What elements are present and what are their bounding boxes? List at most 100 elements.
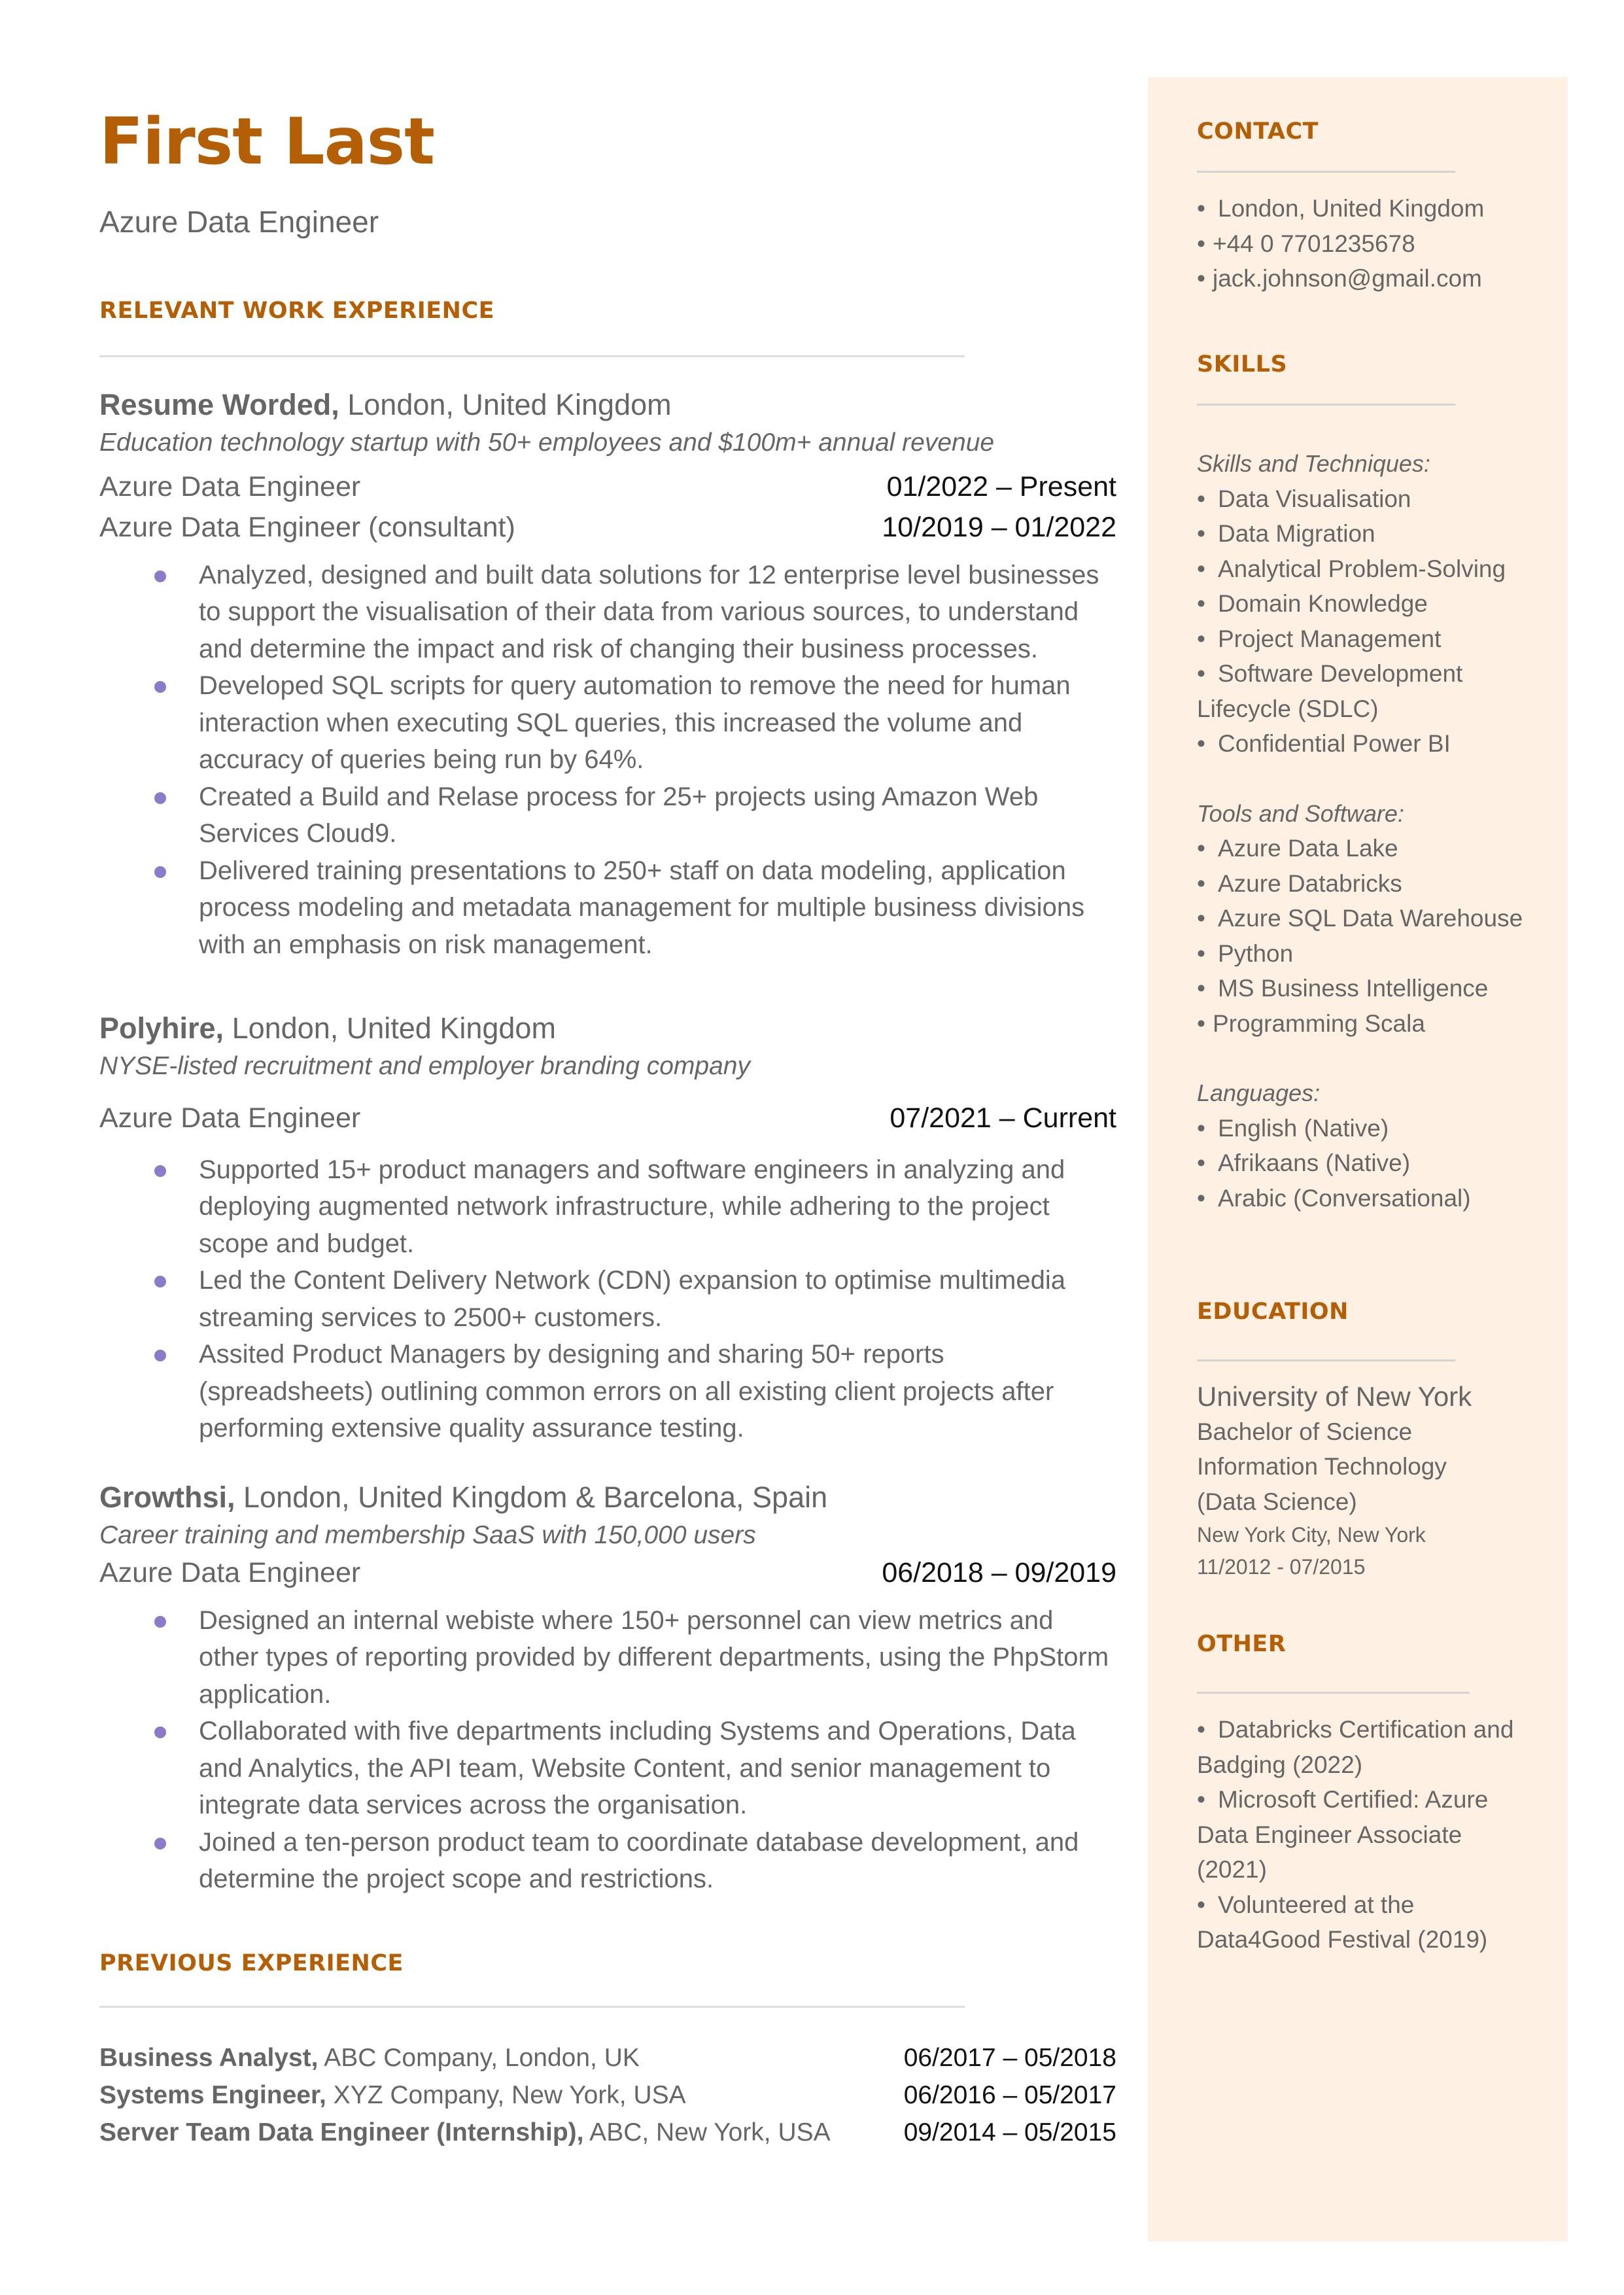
bullet-item: Collaborated with five departments inclu… xyxy=(99,1713,1116,1824)
skill-item: • Project Management xyxy=(1197,625,1442,652)
bullet-text: Designed an internal webiste where 150+ … xyxy=(199,1605,1109,1709)
contact-list: • London, United Kingdom • +44 0 770123567… xyxy=(1197,191,1537,296)
section-heading-education: EDUCATION xyxy=(1197,1299,1349,1325)
previous-dates: 06/2017 – 05/2018 xyxy=(903,2044,1116,2072)
languages-list: • English (Native) • Afrikaans (Native) • A… xyxy=(1197,1111,1537,1216)
section-divider xyxy=(1197,1359,1455,1361)
role-row: Azure Data Engineer 07/2021 – Current xyxy=(99,1098,1116,1138)
other-item: • Microsoft Certified: Azure Data Engineer… xyxy=(1197,1786,1489,1883)
other-list: • Databricks Certification and Badging (20… xyxy=(1197,1712,1537,1957)
skill-item: • Software Development Lifecycle (SDLC) xyxy=(1197,660,1463,722)
previous-place: ABC Company, London, UK xyxy=(318,2044,640,2072)
tool-item: • Azure SQL Data Warehouse xyxy=(1197,905,1523,932)
education-location: New York City, New York xyxy=(1197,1523,1426,1547)
section-heading-relevant-experience: RELEVANT WORK EXPERIENCE xyxy=(99,298,495,324)
language-item: • Arabic (Conversational) xyxy=(1197,1184,1471,1212)
section-divider xyxy=(1197,171,1455,173)
job-bullets: Supported 15+ product managers and softw… xyxy=(99,1151,1116,1447)
job-location: London, United Kingdom & Barcelona, Spai… xyxy=(235,1480,828,1514)
job-description: Career training and membership SaaS with… xyxy=(99,1521,756,1549)
job-bullets: Designed an internal webiste where 150+ … xyxy=(99,1602,1116,1898)
job-description: NYSE-listed recruitment and employer bra… xyxy=(99,1052,750,1080)
skills-techniques-label: Skills and Techniques: xyxy=(1197,450,1430,477)
role-dates: 07/2021 – Current xyxy=(890,1102,1116,1134)
previous-role: Business Analyst, xyxy=(99,2044,319,2072)
bullet-dot-icon xyxy=(154,792,166,804)
bullet-text: Assited Product Managers by designing an… xyxy=(199,1340,1054,1443)
degree-line: Bachelor of Science xyxy=(1197,1418,1413,1445)
job-bullets: Analyzed, designed and built data soluti… xyxy=(99,557,1116,964)
role-dates: 06/2018 – 09/2019 xyxy=(882,1556,1116,1588)
skill-item: • Data Visualisation xyxy=(1197,485,1411,512)
job-entry: Growthsi, London, United Kingdom & Barce… xyxy=(99,1480,1116,1898)
previous-role: Server Team Data Engineer (Internship), xyxy=(99,2118,584,2146)
role-title: Azure Data Engineer xyxy=(99,1102,361,1134)
contact-email[interactable]: • jack.johnson@gmail.com xyxy=(1197,261,1537,296)
previous-dates: 06/2016 – 05/2017 xyxy=(903,2081,1116,2109)
job-company-line: Resume Worded, London, United Kingdom xyxy=(99,387,1116,423)
previous-place: XYZ Company, New York, USA xyxy=(326,2081,686,2109)
bullet-dot-icon xyxy=(154,1837,166,1849)
tool-item: • Azure Data Lake xyxy=(1197,835,1398,862)
bullet-dot-icon xyxy=(154,570,166,582)
degree-line: Information Technology xyxy=(1197,1453,1447,1480)
bullet-text: Led the Content Delivery Network (CDN) e… xyxy=(199,1266,1065,1332)
bullet-text: Developed SQL scripts for query automati… xyxy=(199,671,1071,775)
language-item: • Afrikaans (Native) xyxy=(1197,1149,1411,1176)
section-divider xyxy=(1197,404,1455,406)
tool-item: • MS Business Intelligence xyxy=(1197,975,1489,1002)
bullet-text: Analyzed, designed and built data soluti… xyxy=(199,560,1099,663)
section-divider xyxy=(1197,1692,1470,1694)
previous-role: Systems Engineer, xyxy=(99,2081,326,2109)
degree-line: (Data Science) xyxy=(1197,1488,1357,1515)
language-item: • English (Native) xyxy=(1197,1114,1389,1142)
previous-row: Business Analyst, ABC Company, London, U… xyxy=(99,2039,1116,2076)
skill-item: • Analytical Problem-Solving xyxy=(1197,555,1506,582)
skill-item: • Confidential Power BI xyxy=(1197,730,1451,757)
languages-label: Languages: xyxy=(1197,1079,1321,1106)
bullet-text: Delivered training presentations to 250+… xyxy=(199,856,1085,959)
skills-techniques-list: • Data Visualisation • Data Migration • Ana… xyxy=(1197,482,1537,762)
previous-dates: 09/2014 – 05/2015 xyxy=(903,2118,1116,2146)
contact-location: • London, United Kingdom xyxy=(1197,191,1537,226)
bullet-dot-icon xyxy=(154,1726,166,1739)
bullet-dot-icon xyxy=(154,681,166,693)
bullet-item: Created a Build and Relase process for 2… xyxy=(99,779,1116,852)
bullet-item: Assited Product Managers by designing an… xyxy=(99,1336,1116,1447)
bullet-item: Analyzed, designed and built data soluti… xyxy=(99,557,1116,668)
candidate-title: Azure Data Engineer xyxy=(99,205,379,239)
sidebar: CONTACT • London, United Kingdom • +44 0 7… xyxy=(1148,77,1568,2241)
bullet-item: Supported 15+ product managers and softw… xyxy=(99,1151,1116,1263)
candidate-name: First Last xyxy=(99,105,435,179)
contact-phone: • +44 0 7701235678 xyxy=(1197,226,1537,262)
section-divider xyxy=(99,2006,965,2008)
role-dates: 01/2022 – Present xyxy=(886,470,1116,502)
section-heading-skills: SKILLS xyxy=(1197,351,1288,377)
job-company: Polyhire, xyxy=(99,1011,224,1045)
skill-item: • Data Migration xyxy=(1197,520,1375,547)
bullet-dot-icon xyxy=(154,1615,166,1628)
bullet-text: Collaborated with five departments inclu… xyxy=(199,1717,1076,1820)
bullet-item: Joined a ten-person product team to coor… xyxy=(99,1824,1116,1898)
role-title: Azure Data Engineer (consultant) xyxy=(99,511,515,543)
section-divider xyxy=(99,355,965,357)
bullet-item: Developed SQL scripts for query automati… xyxy=(99,667,1116,779)
job-entry: Resume Worded, London, United Kingdom Ed… xyxy=(99,387,1116,963)
role-title: Azure Data Engineer xyxy=(99,470,361,502)
bullet-dot-icon xyxy=(154,1276,166,1288)
previous-experience-list: Business Analyst, ABC Company, London, U… xyxy=(99,2039,1116,2151)
tools-list: • Azure Data Lake • Azure Databricks • Azur… xyxy=(1197,831,1537,1041)
other-item: • Databricks Certification and Badging (20… xyxy=(1197,1716,1514,1778)
other-item: • Volunteered at the Data4Good Festival (2… xyxy=(1197,1891,1488,1953)
bullet-dot-icon xyxy=(154,1165,166,1177)
role-dates: 10/2019 – 01/2022 xyxy=(882,511,1116,543)
bullet-dot-icon xyxy=(154,866,166,878)
bullet-item: Delivered training presentations to 250+… xyxy=(99,852,1116,964)
section-heading-previous-experience: PREVIOUS EXPERIENCE xyxy=(99,1950,404,1976)
bullet-text: Created a Build and Relase process for 2… xyxy=(199,782,1039,849)
education-section: EDUCATION University of New York Bachelo… xyxy=(1197,1301,1537,1583)
tool-item: • Python xyxy=(1197,939,1294,967)
role-row: Azure Data Engineer 01/2022 – Present xyxy=(99,466,1116,507)
tool-item: • Azure Databricks xyxy=(1197,869,1402,897)
previous-row: Systems Engineer, XYZ Company, New York,… xyxy=(99,2076,1116,2114)
